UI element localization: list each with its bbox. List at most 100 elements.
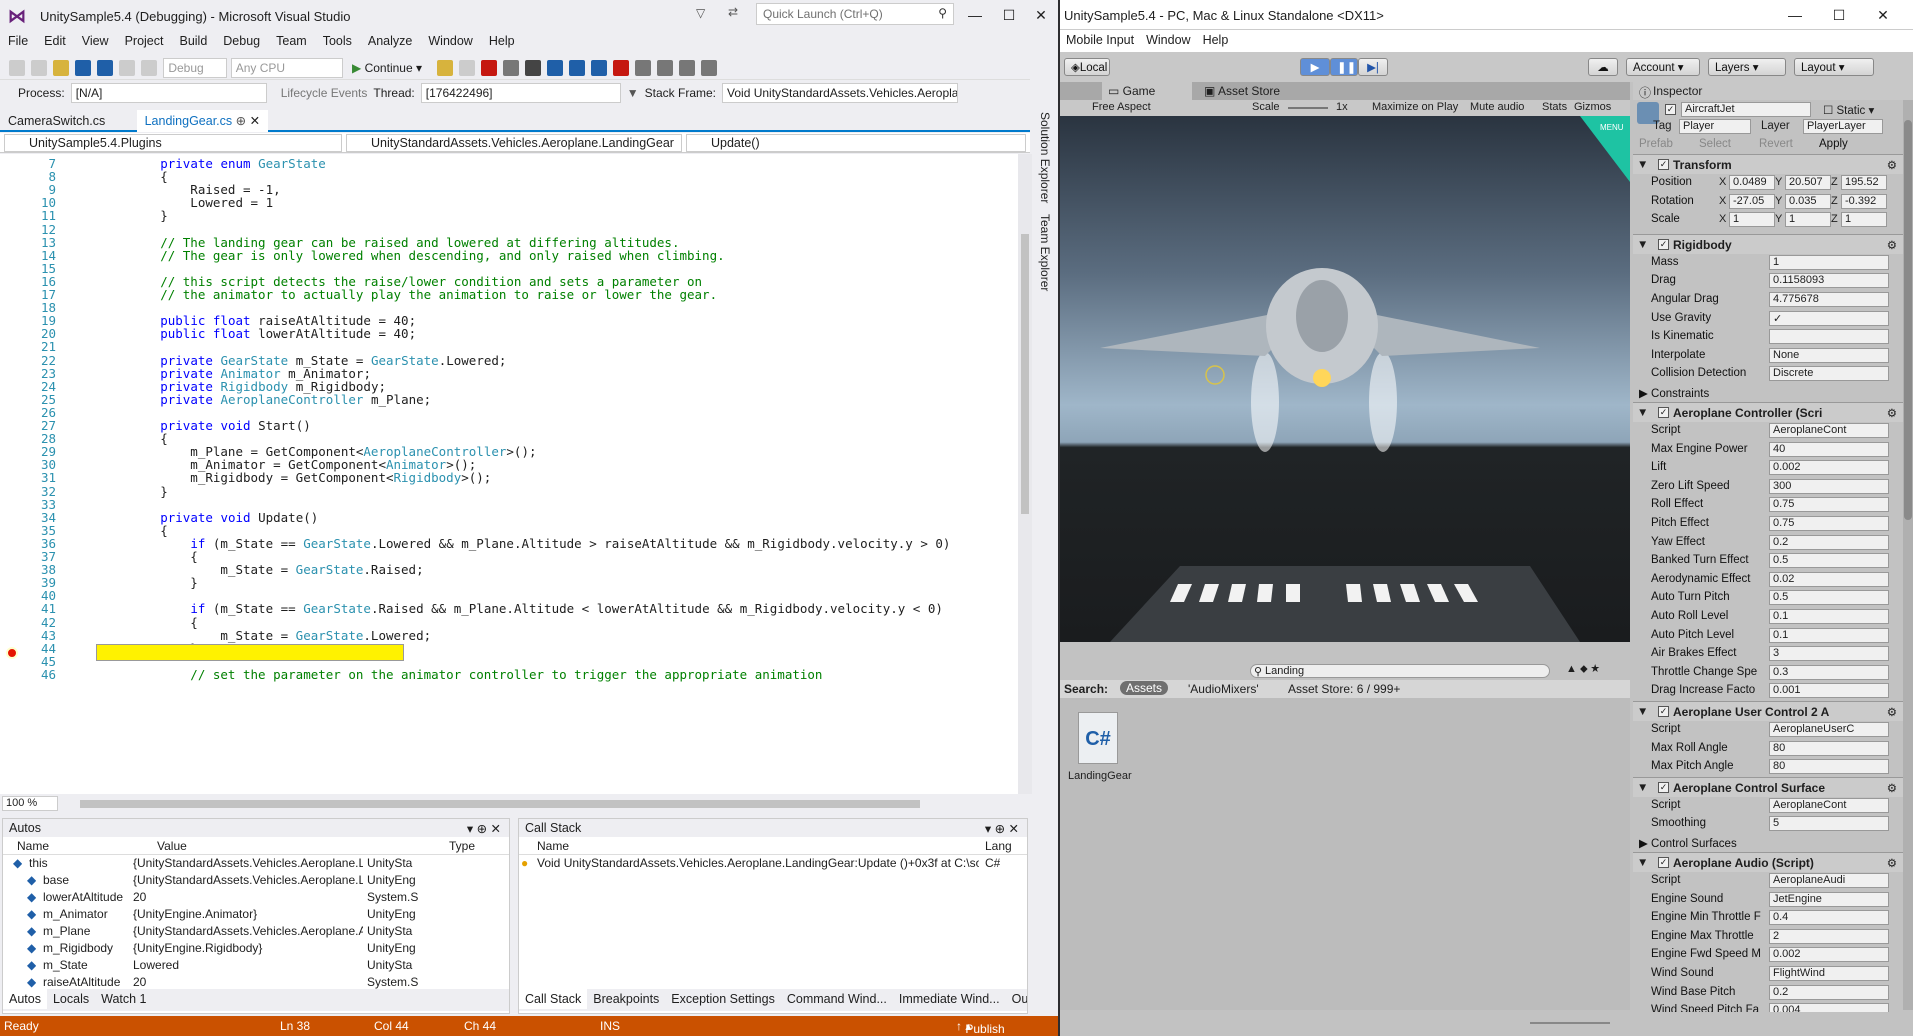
tab-camera-switch[interactable]: CameraSwitch.cs xyxy=(0,111,113,133)
code-editor[interactable]: 7 private enum GearState 8 {9 Raised = -1… xyxy=(0,154,1018,794)
settings-gear-icon[interactable]: ⚙ xyxy=(1887,238,1897,252)
undo-icon[interactable] xyxy=(119,60,135,76)
back-icon[interactable] xyxy=(9,60,25,76)
field-value[interactable]: 5 xyxy=(1769,816,1889,832)
axis-value-x[interactable]: 1 xyxy=(1729,212,1775,228)
thread-icon[interactable] xyxy=(635,60,652,76)
settings-gear-icon[interactable]: ⚙ xyxy=(1887,781,1897,795)
menu-edit[interactable]: Edit xyxy=(36,32,74,50)
inspector-tab[interactable]: ⓘ Inspector xyxy=(1633,82,1913,100)
tab-exception-settings[interactable]: Exception Settings xyxy=(665,989,781,1009)
field-value[interactable]: 0.1 xyxy=(1769,609,1889,624)
publish-button[interactable]: ↑ Publish ▴ xyxy=(956,1019,1005,1036)
step-out-icon[interactable] xyxy=(591,60,608,76)
filter-audiomixers-chip[interactable]: 'AudioMixers' xyxy=(1188,682,1259,696)
stop-icon[interactable] xyxy=(481,60,498,76)
field-value[interactable]: AeroplaneCont xyxy=(1769,423,1889,438)
settings-gear-icon[interactable]: ⚙ xyxy=(1887,705,1897,719)
asset-label[interactable]: LandingGear xyxy=(1068,770,1132,782)
menu-project[interactable]: Project xyxy=(117,32,172,50)
field-value[interactable]: 80 xyxy=(1769,740,1889,756)
autos-row[interactable]: ◆ m_State Lowered UnitySta xyxy=(3,957,509,974)
code-line[interactable]: } xyxy=(100,575,198,590)
axis-value-y[interactable]: 0.035 xyxy=(1785,193,1831,209)
axis-value-z[interactable]: 1 xyxy=(1841,212,1887,228)
field-value[interactable]: 0.001 xyxy=(1769,683,1889,699)
autos-row[interactable]: ◆ this {UnityStandardAssets.Vehicles.Aerop… xyxy=(3,855,509,872)
layers-dropdown[interactable]: Layers ▾ xyxy=(1708,58,1786,76)
foldout-icon[interactable]: ▼ xyxy=(1637,239,1648,251)
show-next-statement-icon[interactable] xyxy=(525,60,542,76)
enabled-checkbox[interactable]: ✓ xyxy=(1658,781,1669,793)
field-value[interactable]: 0.75 xyxy=(1769,516,1889,531)
field-value[interactable]: AeroplaneUserC xyxy=(1769,722,1889,737)
field-value[interactable]: AeroplaneCont xyxy=(1769,797,1889,813)
step-button[interactable]: ▶| xyxy=(1358,58,1388,76)
axis-value-z[interactable]: -0.392 xyxy=(1841,193,1887,209)
autos-row[interactable]: ◆ m_Animator {UnityEngine.Animator} UnityEn… xyxy=(3,906,509,923)
filter-assets-chip[interactable]: Assets xyxy=(1120,681,1169,695)
settings-gear-icon[interactable]: ⚙ xyxy=(1887,856,1897,870)
field-value[interactable]: 0.2 xyxy=(1769,984,1889,1000)
field-value[interactable]: 0.002 xyxy=(1769,947,1889,963)
axis-value-x[interactable]: 0.0489 xyxy=(1729,175,1775,190)
settings-gear-icon[interactable]: ⚙ xyxy=(1887,406,1897,420)
enabled-checkbox[interactable]: ✓ xyxy=(1658,159,1669,170)
tab-autos[interactable]: Autos xyxy=(3,989,47,1009)
foldout-icon[interactable]: ▼ xyxy=(1637,407,1648,419)
foldout-icon[interactable]: ▼ xyxy=(1637,857,1648,869)
field-value[interactable]: 0.002 xyxy=(1769,460,1889,476)
play-button[interactable]: ▶ xyxy=(1300,58,1330,76)
code-line[interactable]: if (m_State == GearState.Raised && m_Pla… xyxy=(100,601,943,616)
mute-audio-toggle[interactable]: Mute audio xyxy=(1470,101,1524,113)
editor-horizontal-scrollbar[interactable] xyxy=(80,800,920,808)
field-value[interactable]: 1 xyxy=(1769,254,1889,270)
menu-mobile-input[interactable]: Mobile Input xyxy=(1060,30,1140,50)
redo-icon[interactable] xyxy=(141,60,157,76)
static-toggle[interactable]: ☐ Static ▾ xyxy=(1823,103,1874,117)
field-value[interactable]: 300 xyxy=(1769,478,1889,494)
code-line[interactable]: if (m_State == GearState.Lowered && m_Pl… xyxy=(100,536,950,551)
autos-row[interactable]: ◆ m_Plane {UnityStandardAssets.Vehicles.Ae… xyxy=(3,923,509,940)
bookmark-icon[interactable] xyxy=(679,60,696,76)
stats-toggle[interactable]: Stats xyxy=(1542,101,1567,113)
pivot-local-button[interactable]: ◈Local xyxy=(1064,58,1110,76)
panel-controls-icon[interactable]: ▾ ⊕ ✕ xyxy=(985,821,1019,836)
restart-icon[interactable] xyxy=(503,60,520,76)
aeroplane-controller-header[interactable]: ▼ ✓ Aeroplane Controller (Scri ⚙ xyxy=(1633,402,1903,422)
zoom-dropdown[interactable]: 100 % xyxy=(2,796,58,811)
step-over-icon[interactable] xyxy=(569,60,586,76)
tab-output[interactable]: Output xyxy=(1006,989,1027,1009)
platform-dropdown[interactable]: Any CPU xyxy=(230,58,343,78)
field-value[interactable]: 0.1158093 xyxy=(1769,273,1889,289)
thread-dropdown[interactable]: [176422496] xyxy=(420,83,621,103)
field-value[interactable] xyxy=(1769,329,1889,345)
continue-button[interactable]: ▶ Continue ▾ xyxy=(352,61,422,75)
open-icon[interactable] xyxy=(53,60,69,76)
field-value[interactable]: 0.75 xyxy=(1769,497,1889,513)
field-value[interactable]: FlightWind xyxy=(1769,966,1889,981)
csharp-script-icon[interactable]: C# xyxy=(1078,712,1118,764)
project-dropdown[interactable]: UnitySample5.4.Plugins xyxy=(4,134,342,152)
panel-controls-icon[interactable]: ▾ ⊕ ✕ xyxy=(467,821,501,836)
save-icon[interactable] xyxy=(75,60,91,76)
code-line[interactable]: } xyxy=(100,208,168,223)
stack-frame-dropdown[interactable]: Void UnityStandardAssets.Vehicles.Aeropl… xyxy=(722,83,959,103)
unity-close-button[interactable]: ✕ xyxy=(1870,4,1896,26)
field-value[interactable]: JetEngine xyxy=(1769,891,1889,907)
breakpoint-marker-icon[interactable] xyxy=(6,647,18,659)
prefab-revert[interactable]: Revert xyxy=(1759,138,1793,150)
feedback-icon[interactable]: ⇄ xyxy=(728,5,738,19)
field-value[interactable]: 80 xyxy=(1769,759,1889,775)
tab-game[interactable]: ▭ Game xyxy=(1102,82,1192,100)
field-value[interactable]: 0.5 xyxy=(1769,590,1889,606)
inspector-scrollbar[interactable] xyxy=(1903,100,1913,1010)
tab-command-window[interactable]: Command Wind... xyxy=(781,989,893,1009)
field-value[interactable]: 2 xyxy=(1769,928,1889,944)
column-name[interactable]: Name xyxy=(537,839,569,853)
axis-value-y[interactable]: 20.507 xyxy=(1785,175,1831,190)
code-line[interactable]: // set the parameter on the animator con… xyxy=(100,667,822,682)
autos-row[interactable]: ◆ m_Rigidbody {UnityEngine.Rigidbody} Unity… xyxy=(3,940,509,957)
tab-landing-gear[interactable]: LandingGear.cs ⊕ ✕ xyxy=(136,110,269,132)
menu-tools[interactable]: Tools xyxy=(315,32,360,50)
